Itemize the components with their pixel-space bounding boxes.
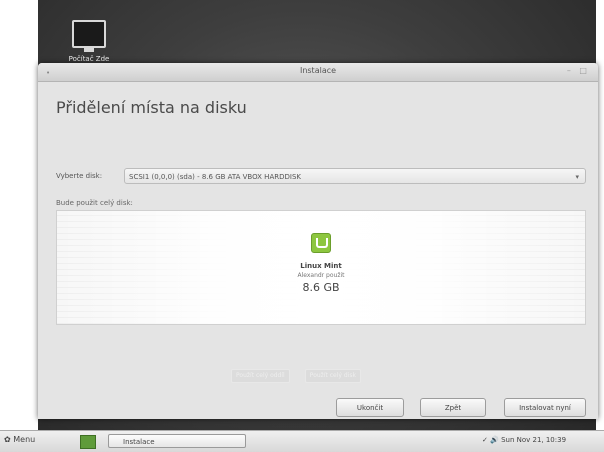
window-titlebar[interactable]: • Instalace – □ [38, 63, 598, 82]
disk-select-value: SCSI1 (0,0,0) (sda) - 8.6 GB ATA VBOX HA… [129, 173, 301, 181]
volume-icon[interactable]: 🔊 [490, 436, 499, 444]
disk-partition-preview: Linux Mint Alexandr použit 8.6 GB [56, 210, 586, 325]
use-disk-button[interactable]: Použít celý disk [304, 369, 361, 383]
mint-menu-icon: ✿ [4, 435, 11, 444]
chevron-down-icon: ▾ [575, 173, 579, 181]
os-subtitle: Alexandr použit [297, 272, 345, 279]
page-title: Přidělení místa na disku [56, 98, 247, 117]
window-controls[interactable]: – □ [567, 66, 590, 75]
taskbar-item-instalace[interactable]: Instalace [108, 434, 246, 448]
quit-button[interactable]: Ukončit [336, 398, 404, 417]
disk-select-row: Vyberte disk: SCSI1 (0,0,0) (sda) - 8.6 … [56, 168, 586, 186]
os-name: Linux Mint [300, 262, 342, 270]
disk-select-label: Vyberte disk: [56, 172, 103, 180]
os-size: 8.6 GB [302, 281, 340, 294]
os-partition: Linux Mint Alexandr použit 8.6 GB [57, 233, 585, 294]
menu-label: Menu [13, 435, 36, 444]
left-margin [0, 0, 38, 430]
menu-button[interactable]: ✿ Menu [4, 435, 35, 444]
taskbar: ✿ Menu Instalace ✓ 🔊 Sun Nov 21, 10:39 [0, 430, 604, 452]
window-title: Instalace [299, 66, 337, 75]
whole-disk-label: Bude použit celý disk: [56, 199, 133, 207]
partition-options: Použít celý oddíl Použít celý disk [231, 362, 371, 383]
disk-select-dropdown[interactable]: SCSI1 (0,0,0) (sda) - 8.6 GB ATA VBOX HA… [124, 168, 586, 184]
system-tray: ✓ 🔊 Sun Nov 21, 10:39 [482, 436, 566, 444]
linux-mint-icon [311, 233, 331, 253]
back-button[interactable]: Zpět [420, 398, 486, 417]
show-desktop-icon[interactable] [80, 435, 96, 449]
desktop-icon-label: Počítač Zde [68, 55, 110, 63]
desktop-icon-computer[interactable]: Počítač Zde [64, 20, 114, 63]
window-content: Přidělení místa na disku Vyberte disk: S… [38, 82, 598, 419]
installer-window: • Instalace – □ Přidělení místa na disku… [38, 63, 598, 419]
monitor-icon [72, 20, 106, 52]
clock[interactable]: Sun Nov 21, 10:39 [501, 436, 566, 444]
network-icon[interactable]: ✓ [482, 436, 488, 444]
install-now-button[interactable]: Instalovat nyní [504, 398, 586, 417]
use-partition-button[interactable]: Použít celý oddíl [231, 369, 290, 383]
